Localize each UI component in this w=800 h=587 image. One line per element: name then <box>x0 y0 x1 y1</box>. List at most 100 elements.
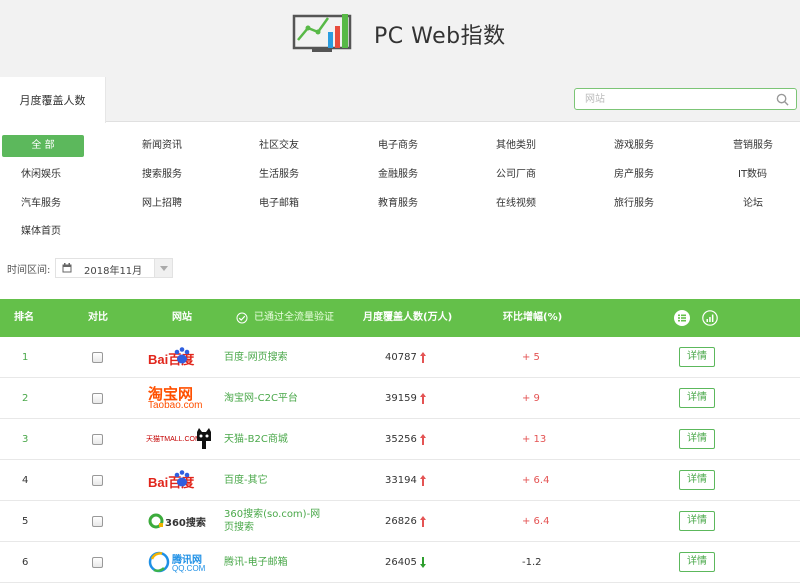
category-all[interactable]: 全 部 <box>2 135 84 157</box>
category-item[interactable]: 房产服务 <box>614 164 654 186</box>
table-row: 1 Bai百度 百度-网页搜索 40787 + 5 详情 <box>0 337 800 378</box>
compare-checkbox[interactable] <box>92 516 103 527</box>
category-row: 全 部 新闻资讯 社区交友 电子商务 其他类别 游戏服务 营销服务 <box>0 135 800 157</box>
detail-button[interactable]: 详情 <box>679 388 715 408</box>
detail-button[interactable]: 详情 <box>679 511 715 531</box>
col-coverage: 月度覆盖人数(万人) <box>363 312 453 323</box>
table-row: 2 淘宝网 Taobao.com 淘宝网-C2C平台 39159 + 9 详情 <box>0 378 800 419</box>
tab-monthly-coverage[interactable]: 月度覆盖人数 <box>0 77 106 123</box>
arrow-up-icon <box>420 475 426 486</box>
baidu-logo: Bai百度 <box>146 465 214 495</box>
tmall-cat-icon <box>197 428 211 449</box>
compare-checkbox[interactable] <box>92 475 103 486</box>
chevron-down-icon[interactable] <box>154 259 172 277</box>
table-header: 排名 对比 网站 已通过全流量验证 月度覆盖人数(万人) 环比增幅(%) <box>0 299 800 337</box>
table-row: 3 天猫TMALL.COM 天猫-B2C商城 35256 + 13 详情 <box>0 419 800 460</box>
category-item[interactable]: 社区交友 <box>259 135 299 157</box>
360-ring-icon <box>148 513 164 529</box>
site-name[interactable]: 天猫-B2C商城 <box>224 419 288 460</box>
page-title: PC Web指数 <box>374 24 506 49</box>
col-rank: 排名 <box>14 312 34 323</box>
category-item[interactable]: 教育服务 <box>378 193 418 215</box>
category-item[interactable]: 媒体首页 <box>21 221 61 243</box>
category-item[interactable]: 电子邮箱 <box>259 193 299 215</box>
category-item[interactable]: 旅行服务 <box>614 193 654 215</box>
detail-button[interactable]: 详情 <box>679 429 715 449</box>
month-value: 2018年11月 <box>84 266 143 277</box>
detail-button[interactable]: 详情 <box>679 470 715 490</box>
category-item[interactable]: 在线视频 <box>496 193 536 215</box>
col-compare: 对比 <box>88 312 108 323</box>
360-search-logo: 360搜索 <box>146 506 214 536</box>
category-item[interactable]: 论坛 <box>743 193 763 215</box>
change-value: + 9 <box>522 393 540 404</box>
category-item[interactable]: IT数码 <box>738 164 767 186</box>
site-name[interactable]: 百度-其它 <box>224 460 268 501</box>
category-item[interactable]: 生活服务 <box>259 164 299 186</box>
coverage-value: 33194 <box>385 475 417 486</box>
category-item[interactable]: 休闲娱乐 <box>21 164 61 186</box>
tab-bar: 月度覆盖人数 <box>0 77 800 123</box>
change-value: + 6.4 <box>522 475 550 486</box>
site-name[interactable]: 腾讯-电子邮箱 <box>224 542 288 583</box>
calendar-icon <box>62 263 72 273</box>
category-item[interactable]: 其他类别 <box>496 135 536 157</box>
qq-com-logo: 腾讯网 QQ.COM <box>146 547 214 577</box>
rank-value: 3 <box>22 434 29 445</box>
taobao-logo: 淘宝网 Taobao.com <box>148 385 203 411</box>
coverage-value: 26405 <box>385 557 417 568</box>
arrow-down-icon <box>420 557 426 568</box>
category-item[interactable]: 游戏服务 <box>614 135 654 157</box>
col-site: 网站 <box>172 312 192 323</box>
header: PC Web指数 <box>0 0 800 77</box>
chart-screen-icon <box>292 14 352 52</box>
compare-checkbox[interactable] <box>92 557 103 568</box>
qq-circle-icon <box>148 551 170 573</box>
arrow-up-icon <box>420 516 426 527</box>
month-picker[interactable]: 2018年11月 <box>55 258 173 278</box>
category-item[interactable]: 金融服务 <box>378 164 418 186</box>
chart-view-icon[interactable] <box>702 310 718 326</box>
category-item[interactable]: 电子商务 <box>378 135 418 157</box>
coverage-value: 26826 <box>385 516 417 527</box>
detail-button[interactable]: 详情 <box>679 552 715 572</box>
verified-note: 已通过全流量验证 <box>254 312 334 323</box>
compare-checkbox[interactable] <box>92 352 103 363</box>
rank-value: 2 <box>22 393 29 404</box>
coverage-value: 40787 <box>385 352 417 363</box>
coverage-value: 39159 <box>385 393 417 404</box>
list-view-icon[interactable] <box>674 310 690 326</box>
category-item[interactable]: 汽车服务 <box>21 193 61 215</box>
detail-button[interactable]: 详情 <box>679 347 715 367</box>
category-item[interactable]: 营销服务 <box>733 135 773 157</box>
category-row: 汽车服务 网上招聘 电子邮箱 教育服务 在线视频 旅行服务 论坛 <box>0 193 800 215</box>
tmall-logo: 天猫TMALL.COM <box>146 424 214 454</box>
col-change: 环比增幅(%) <box>503 312 563 323</box>
time-range-label: 时间区间: <box>7 265 51 276</box>
search-input[interactable] <box>585 92 765 106</box>
site-name[interactable]: 淘宝网-C2C平台 <box>224 378 298 419</box>
coverage-value: 35256 <box>385 434 417 445</box>
rank-value: 5 <box>22 516 29 527</box>
rank-value: 1 <box>22 352 29 363</box>
check-circle-icon <box>236 312 248 324</box>
search-box[interactable] <box>574 88 797 110</box>
compare-checkbox[interactable] <box>92 434 103 445</box>
compare-checkbox[interactable] <box>92 393 103 404</box>
arrow-up-icon <box>420 434 426 445</box>
table-row: 5 360搜索 360搜索(so.com)-网页搜索 26826 + 6.4 详… <box>0 501 800 542</box>
category-item[interactable]: 搜索服务 <box>142 164 182 186</box>
site-name[interactable]: 360搜索(so.com)-网页搜索 <box>224 508 326 536</box>
table-row: 6 腾讯网 QQ.COM 腾讯-电子邮箱 26405 -1.2 详情 <box>0 542 800 583</box>
arrow-up-icon <box>420 352 426 363</box>
change-value: + 6.4 <box>522 516 550 527</box>
category-item[interactable]: 公司厂商 <box>496 164 536 186</box>
search-icon[interactable] <box>776 93 789 106</box>
rank-value: 4 <box>22 475 29 486</box>
arrow-up-icon <box>420 393 426 404</box>
paw-icon <box>174 347 190 364</box>
site-name[interactable]: 百度-网页搜索 <box>224 337 288 378</box>
category-item[interactable]: 新闻资讯 <box>142 135 182 157</box>
category-item[interactable]: 网上招聘 <box>142 193 182 215</box>
baidu-logo: Bai百度 <box>146 342 214 372</box>
